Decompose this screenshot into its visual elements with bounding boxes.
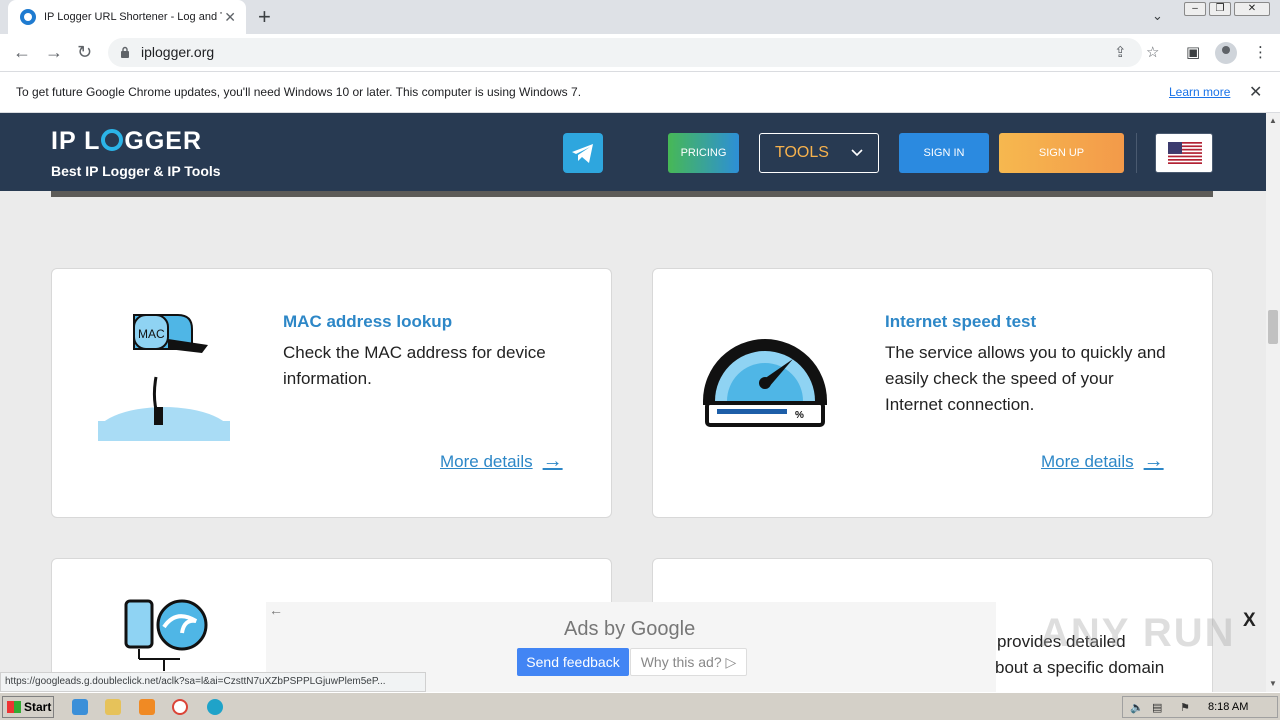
telegram-icon xyxy=(572,144,593,163)
page-viewport: IP L GGER Best IP Logger & IP Tools PRICI… xyxy=(0,113,1280,692)
browser-tab[interactable]: IP Logger URL Shortener - Log and T ✕ xyxy=(8,0,246,34)
card-title[interactable]: MAC address lookup xyxy=(283,312,452,332)
card-title[interactable]: Internet speed test xyxy=(885,312,1036,332)
pricing-button[interactable]: PRICING xyxy=(668,133,739,173)
windows-taskbar: Start 🔈 ▤ ⚑ 8:18 AM xyxy=(0,692,1280,720)
logo-text-left: IP L xyxy=(51,127,101,155)
infobar-close-icon[interactable]: ✕ xyxy=(1249,82,1262,102)
learn-more-link[interactable]: Learn more xyxy=(1169,85,1230,99)
internet-explorer-icon[interactable] xyxy=(72,699,88,715)
card-description-line-2: bout a specific domain xyxy=(995,658,1165,677)
url-text: iplogger.org xyxy=(141,44,215,60)
phone-wave-icon xyxy=(124,599,208,671)
share-icon[interactable]: ⇪ xyxy=(1114,43,1127,61)
more-details-label: More details xyxy=(440,451,533,471)
ads-by-google-label: Ads by Google xyxy=(564,618,696,640)
ad-close-button[interactable]: X xyxy=(1243,610,1256,632)
site-header: IP L GGER Best IP Logger & IP Tools PRICI… xyxy=(0,113,1266,191)
sign-up-button[interactable]: SIGN UP xyxy=(999,133,1124,173)
hero-image-edge xyxy=(51,191,1213,197)
scroll-up-arrow-icon[interactable]: ▲ xyxy=(1269,116,1277,125)
anyrun-watermark: ANY RUN xyxy=(1040,611,1236,655)
logo-text-right: GGER xyxy=(124,127,203,155)
sign-in-button[interactable]: SIGN IN xyxy=(899,133,989,173)
system-tray xyxy=(1122,696,1278,718)
star-icon[interactable]: ☆ xyxy=(1146,43,1159,61)
new-tab-button[interactable]: + xyxy=(258,6,271,28)
edge-icon[interactable] xyxy=(207,699,223,715)
reload-icon[interactable]: ↻ xyxy=(77,42,92,62)
chevron-down-icon xyxy=(851,149,863,157)
back-arrow-icon[interactable]: ← xyxy=(13,42,31,62)
address-bar[interactable]: iplogger.org ⇪ ☆ xyxy=(108,38,1159,67)
media-player-icon[interactable] xyxy=(139,699,155,715)
speedometer-icon: % xyxy=(703,339,827,427)
send-feedback-button[interactable]: Send feedback xyxy=(517,648,629,676)
taskbar-clock[interactable]: 8:18 AM xyxy=(1208,701,1248,713)
page-scrollbar[interactable]: ▲ ▼ xyxy=(1266,113,1280,692)
file-explorer-icon[interactable] xyxy=(105,699,121,715)
site-logo[interactable]: IP L GGER xyxy=(51,127,202,156)
chrome-icon[interactable] xyxy=(172,699,188,715)
arrow-right-icon: → xyxy=(1143,450,1164,472)
forward-arrow-icon[interactable]: → xyxy=(45,42,63,62)
mailbox-icon: MAC xyxy=(98,314,230,441)
volume-icon[interactable]: 🔈 xyxy=(1130,701,1144,714)
window-close-button[interactable]: ✕ xyxy=(1234,2,1270,16)
start-label: Start xyxy=(24,700,52,714)
header-divider xyxy=(1136,133,1137,173)
tab-close-icon[interactable]: ✕ xyxy=(224,9,236,26)
scroll-down-arrow-icon[interactable]: ▼ xyxy=(1269,679,1277,688)
speed-icon-label: % xyxy=(795,410,804,421)
why-this-ad-button[interactable]: Why this ad? ▷ xyxy=(630,648,747,676)
browser-toolbar: ← → ↻ iplogger.org ⇪ ☆ ▣ ⋮ xyxy=(0,34,1280,71)
us-flag-icon xyxy=(1168,142,1202,164)
action-center-flag-icon[interactable]: ⚑ xyxy=(1180,701,1190,714)
mac-icon-label: MAC xyxy=(138,327,165,341)
start-button[interactable]: Start xyxy=(2,696,54,718)
profile-icon[interactable] xyxy=(1215,42,1237,64)
windows-logo-icon xyxy=(7,701,21,713)
tab-search-icon[interactable]: ⌄ xyxy=(1152,8,1163,24)
card-speed-test: % Internet speed test The service allows… xyxy=(652,268,1213,518)
tab-strip: IP Logger URL Shortener - Log and T ✕ + … xyxy=(0,0,1280,34)
more-details-link[interactable]: More details → xyxy=(440,450,563,473)
sidebar-icon[interactable]: ▣ xyxy=(1186,43,1200,61)
minimize-button[interactable]: – xyxy=(1184,2,1206,16)
restore-button[interactable]: ❐ xyxy=(1209,2,1231,16)
card-mac-lookup: MAC MAC address lookup Check the MAC add… xyxy=(51,268,612,518)
telegram-button[interactable] xyxy=(563,133,603,173)
site-tagline: Best IP Logger & IP Tools xyxy=(51,163,221,179)
more-details-link[interactable]: More details → xyxy=(1041,450,1164,473)
infobar-message: To get future Google Chrome updates, you… xyxy=(16,85,582,99)
logo-o-icon xyxy=(101,129,124,151)
lock-icon xyxy=(121,46,129,58)
card-description: Check the MAC address for device informa… xyxy=(283,343,546,388)
status-url-preview: https://googleads.g.doubleclick.net/aclk… xyxy=(0,672,426,692)
card-description: The service allows you to quickly and ea… xyxy=(885,343,1166,414)
tools-dropdown[interactable]: TOOLS xyxy=(759,133,879,173)
scroll-thumb[interactable] xyxy=(1268,310,1278,344)
tools-label: TOOLS xyxy=(775,144,829,161)
more-details-label: More details xyxy=(1041,451,1134,471)
ad-back-arrow-icon[interactable]: ← xyxy=(269,602,283,618)
network-icon[interactable]: ▤ xyxy=(1152,701,1162,714)
menu-icon[interactable]: ⋮ xyxy=(1253,43,1268,61)
favicon-icon xyxy=(20,9,36,25)
tab-title: IP Logger URL Shortener - Log and T xyxy=(44,11,222,23)
update-infobar: To get future Google Chrome updates, you… xyxy=(0,71,1280,113)
arrow-right-icon: → xyxy=(542,450,563,472)
language-selector[interactable] xyxy=(1155,133,1213,173)
